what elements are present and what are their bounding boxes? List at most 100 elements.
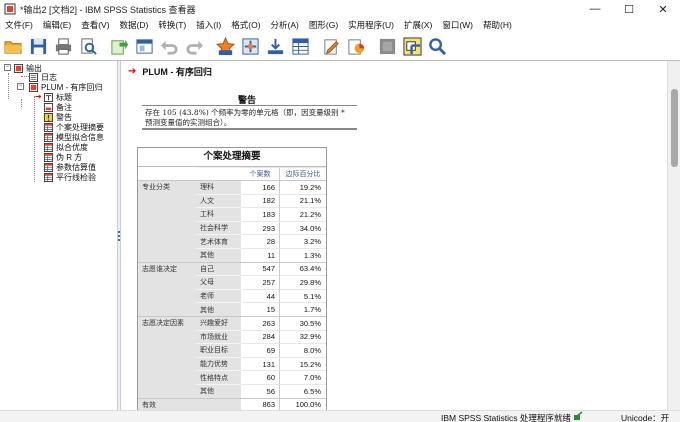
find-button[interactable]	[426, 35, 448, 57]
viewer-panes: − 输出 日志 − PLUM - 有序回归 ➔ 标题 备注 警告 个案处理摘要 …	[0, 60, 680, 411]
warning-icon	[44, 112, 53, 122]
table-row: 职业目标 69 8.0%	[138, 343, 326, 357]
processor-status: IBM SPSS Statistics 处理程序就绪	[441, 413, 571, 422]
table-row: 性格特点 60 7.0%	[138, 370, 326, 384]
outline-item-warnings[interactable]: 警告	[44, 112, 72, 122]
table-row: 其他 11 1.3%	[138, 247, 326, 262]
outline-item-title[interactable]: 标题	[44, 92, 72, 102]
table-title: 个案处理摘要	[203, 151, 261, 162]
outline-item-pseudo-r2[interactable]: 伪 R 方	[44, 152, 82, 162]
table-row: 其他 15 1.7%	[138, 302, 326, 316]
table-row: 老师 44 5.1%	[138, 288, 326, 303]
status-bar: IBM SPSS Statistics 处理程序就绪 Unicode：开	[0, 410, 680, 422]
table-row: 市场就业 284 32.9%	[138, 329, 326, 344]
pivot-table-icon	[44, 142, 53, 152]
recall-dialog-button[interactable]	[133, 35, 155, 57]
menu-bar: 文件(F) 编辑(E) 查看(V) 数据(D) 转换(T) 插入(I) 格式(O…	[0, 18, 680, 32]
undo-icon	[160, 40, 178, 55]
undo-button[interactable]	[158, 35, 180, 57]
save-button[interactable]	[27, 35, 49, 57]
warning-message[interactable]: 存在 105 (43.8%) 个频率为零的单元格（即，因变量级别 * 预测变量值…	[142, 105, 357, 130]
outline-item-parameter-estimates[interactable]: 参数估算值	[44, 162, 96, 172]
goto-variable-icon	[241, 37, 259, 55]
minimize-button[interactable]: —	[578, 0, 612, 18]
outline-log[interactable]: 日志	[29, 72, 57, 82]
save-icon	[30, 38, 46, 54]
pivot-table-icon	[44, 172, 53, 182]
menu-file[interactable]: 文件(F)	[0, 19, 38, 31]
menu-format[interactable]: 格式(O)	[226, 19, 265, 31]
outline-item-parallel-lines[interactable]: 平行线检验	[44, 172, 96, 182]
pivot-table-icon	[44, 152, 53, 162]
outline-plum-collapse[interactable]: −	[17, 83, 24, 90]
recall-dialog-icon	[135, 38, 153, 54]
open-button[interactable]	[2, 35, 24, 57]
designate-window-icon	[323, 38, 339, 55]
pane-splitter[interactable]	[117, 61, 121, 411]
goto-data-button[interactable]	[214, 35, 236, 57]
menu-graphs[interactable]: 图形(G)	[304, 19, 343, 31]
notes-icon	[44, 102, 53, 112]
menu-data[interactable]: 数据(D)	[115, 19, 154, 31]
show-all-icon	[379, 38, 395, 54]
redo-button[interactable]	[183, 35, 205, 57]
menu-edit[interactable]: 编辑(E)	[38, 19, 76, 31]
table-row: 工科 183 21.2%	[138, 207, 326, 221]
pivot-table-icon	[44, 162, 53, 172]
group-label: 志愿谁决定	[138, 261, 196, 276]
case-processing-summary-table[interactable]: 个案处理摘要 个案数 边际百分比 专业分类 理科 166 19.2% 人文 18…	[137, 147, 327, 411]
menu-window[interactable]: 窗口(W)	[437, 19, 478, 31]
current-item-arrow-icon: ➔	[35, 92, 42, 101]
current-item-arrow-icon: ➔	[128, 66, 137, 77]
insert-chart-icon	[347, 38, 364, 55]
menu-utilities[interactable]: 实用程序(U)	[343, 19, 399, 31]
table-header-row: 个案数 边际百分比	[138, 166, 326, 180]
designate-window-button[interactable]	[320, 35, 342, 57]
scrollbar-thumb[interactable]	[671, 89, 678, 167]
variables-button[interactable]	[289, 35, 311, 57]
print-button[interactable]	[52, 35, 74, 57]
table-row: 志愿决定因素 兴趣爱好 263 30.5%	[138, 315, 326, 330]
menu-transform[interactable]: 转换(T)	[153, 19, 191, 31]
close-button[interactable]: ✕	[646, 0, 680, 18]
content-vertical-scrollbar[interactable]	[667, 61, 680, 411]
open-icon	[3, 40, 22, 54]
output-book-icon	[14, 63, 23, 73]
export-button[interactable]	[108, 35, 130, 57]
goto-variable-button[interactable]	[239, 35, 261, 57]
print-preview-button[interactable]	[77, 35, 99, 57]
toolbar	[0, 33, 680, 59]
select-output-button[interactable]	[401, 35, 423, 57]
title-bar: *输出2 [文档2] - IBM SPSS Statistics 查看器 — ☐…	[0, 0, 680, 18]
menu-analyze[interactable]: 分析(A)	[266, 19, 304, 31]
menu-view[interactable]: 查看(V)	[76, 19, 114, 31]
splitter-grip-icon	[118, 231, 120, 241]
variables-icon	[291, 37, 309, 55]
output-book-icon	[29, 82, 38, 92]
outline-item-model-fit[interactable]: 模型拟合信息	[44, 132, 104, 142]
table-row: 其他 56 6.5%	[138, 383, 326, 398]
find-icon	[428, 37, 446, 55]
group-label: 志愿决定因素	[138, 315, 196, 330]
outline-plum[interactable]: PLUM - 有序回归	[29, 82, 102, 92]
maximize-button[interactable]: ☐	[612, 0, 646, 18]
outline-pane[interactable]: − 输出 日志 − PLUM - 有序回归 ➔ 标题 备注 警告 个案处理摘要 …	[0, 61, 117, 411]
output-content-pane[interactable]: ➔ PLUM - 有序回归 警告 存在 105 (43.8%) 个频率为零的单元…	[122, 61, 667, 411]
table-row: 父母 257 29.8%	[138, 275, 326, 289]
outline-root-collapse[interactable]: −	[4, 64, 11, 71]
menu-insert[interactable]: 插入(I)	[191, 19, 226, 31]
insert-cases-icon	[267, 38, 283, 54]
procedure-heading: ➔ PLUM - 有序回归	[128, 66, 212, 77]
menu-extensions[interactable]: 扩展(X)	[399, 19, 437, 31]
insert-cases-button[interactable]	[264, 35, 286, 57]
menu-help[interactable]: 帮助(H)	[478, 19, 517, 31]
table-row: 艺术体育 28 3.2%	[138, 234, 326, 248]
window-title: *输出2 [文档2] - IBM SPSS Statistics 查看器	[20, 4, 196, 15]
insert-chart-button[interactable]	[345, 35, 367, 57]
outline-item-case-summary[interactable]: 个案处理摘要	[44, 122, 104, 132]
table-row-valid: 有效 863 100.0%	[138, 397, 326, 411]
outline-item-notes[interactable]: 备注	[44, 102, 72, 112]
show-all-button[interactable]	[376, 35, 398, 57]
print-preview-icon	[80, 37, 97, 55]
outline-item-goodness-of-fit[interactable]: 拟合优度	[44, 142, 88, 152]
